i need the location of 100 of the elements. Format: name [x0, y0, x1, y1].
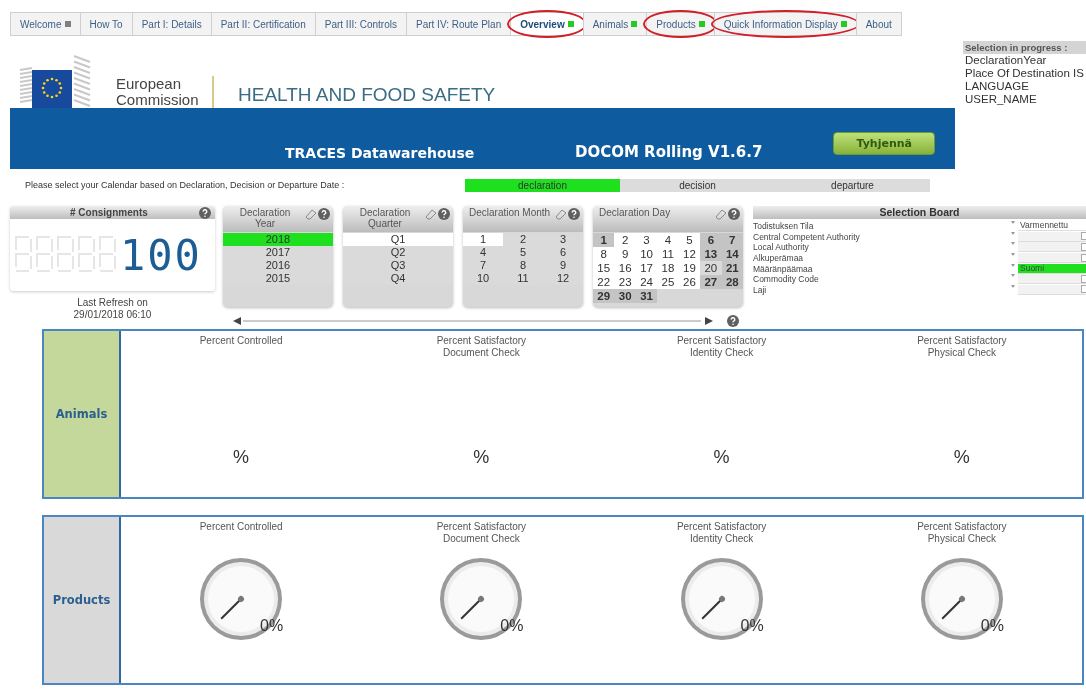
filter-value[interactable]: Q2: [343, 246, 453, 259]
filter-value[interactable]: Q4: [343, 272, 453, 285]
metric-title: Percent Satisfactory Physical Check: [916, 521, 1008, 545]
help-icon[interactable]: [568, 208, 580, 220]
tab[interactable]: Products: [646, 12, 714, 36]
dropdown-icon[interactable]: [1011, 253, 1015, 257]
field-value[interactable]: [1018, 274, 1086, 285]
dropdown-icon[interactable]: [1011, 284, 1015, 288]
filter-value[interactable]: 2017: [223, 246, 333, 259]
field-value[interactable]: [1018, 253, 1086, 264]
filter-value[interactable]: 13: [700, 247, 722, 261]
eraser-icon[interactable]: [555, 208, 567, 220]
filter-value[interactable]: 6: [700, 233, 722, 247]
field-value[interactable]: [1018, 231, 1086, 242]
category-label: Animals: [44, 331, 121, 497]
help-icon[interactable]: [438, 208, 450, 220]
field-label: Todistuksen Tila: [753, 221, 814, 232]
checkbox-icon[interactable]: [1081, 253, 1086, 262]
filter-value[interactable]: 15: [593, 261, 615, 275]
filter-value[interactable]: 26: [678, 275, 701, 289]
filter-value[interactable]: 28: [721, 275, 743, 289]
tab[interactable]: Animals: [582, 12, 647, 36]
calendar-option[interactable]: declaration: [465, 178, 620, 192]
filter-value[interactable]: 11: [657, 247, 679, 261]
field-label: Laji: [753, 284, 767, 295]
filter-value[interactable]: 25: [657, 275, 679, 289]
tab[interactable]: Quick Information Display: [713, 12, 856, 36]
tab[interactable]: Welcome: [10, 12, 80, 36]
refresh-time: 29/01/2018 06:10: [73, 309, 152, 321]
filter-value[interactable]: 7: [721, 233, 743, 247]
help-icon[interactable]: [318, 208, 330, 220]
checkbox-icon[interactable]: [1081, 232, 1086, 241]
field-value[interactable]: Suomi: [1018, 263, 1086, 274]
filter-value[interactable]: 24: [635, 275, 658, 289]
filter-title: Declaration Quarter: [358, 207, 412, 229]
tab[interactable]: Part III: Controls: [314, 12, 406, 36]
filter-value[interactable]: 30: [614, 289, 636, 303]
metric-title: Percent Satisfactory Document Check: [435, 335, 528, 359]
tab[interactable]: How To: [79, 12, 132, 36]
filter-value[interactable]: 8: [593, 247, 615, 261]
tab[interactable]: Overview: [510, 12, 583, 36]
filter-title: Declaration Day: [599, 207, 671, 218]
help-icon[interactable]: [199, 206, 211, 219]
dropdown-icon[interactable]: [1011, 221, 1015, 225]
tab[interactable]: Part IV: Route Plan: [406, 12, 511, 36]
eraser-icon[interactable]: [715, 208, 727, 220]
filter-value[interactable]: 29: [593, 289, 615, 303]
filter-value[interactable]: 2018: [223, 233, 333, 246]
filter-value[interactable]: 5: [678, 233, 701, 247]
filter-value[interactable]: 19: [678, 261, 701, 275]
filter-value[interactable]: 2: [614, 233, 636, 247]
checkbox-icon[interactable]: [1081, 285, 1086, 294]
field-value[interactable]: [1018, 242, 1086, 253]
filter-value[interactable]: 21: [721, 261, 743, 275]
dropdown-icon[interactable]: [1011, 231, 1015, 235]
filter-value[interactable]: 4: [657, 233, 679, 247]
filter-value[interactable]: 1: [463, 233, 503, 246]
filter-value[interactable]: 12: [678, 247, 701, 261]
filter-value[interactable]: 23: [614, 275, 636, 289]
eraser-icon[interactable]: [305, 208, 317, 220]
checkbox-icon[interactable]: [1081, 274, 1086, 283]
dropdown-icon[interactable]: [1011, 263, 1015, 267]
filter-value[interactable]: 31: [635, 289, 658, 303]
tab[interactable]: Part II: Certification: [210, 12, 315, 36]
field-value[interactable]: Varmennettu: [1018, 221, 1086, 232]
filter-value[interactable]: 18: [657, 261, 679, 275]
filter-value[interactable]: 2016: [223, 259, 333, 272]
dropdown-icon[interactable]: [1011, 242, 1015, 246]
filter-value[interactable]: 17: [635, 261, 658, 275]
clear-button[interactable]: Tyhjennä: [833, 132, 935, 155]
consignment-count: 100: [120, 230, 202, 280]
help-icon[interactable]: [728, 208, 740, 220]
filter-value[interactable]: 2015: [223, 272, 333, 285]
metric-title: Percent Satisfactory Document Check: [435, 521, 528, 545]
metric-title: Percent Satisfactory Identity Check: [675, 335, 768, 359]
tab[interactable]: Part I: Details: [131, 12, 211, 36]
tab[interactable]: About: [855, 12, 902, 36]
metric-value: %: [713, 447, 730, 468]
field-label: Central Competent Authority: [753, 231, 860, 242]
metric-title: Percent Controlled: [199, 335, 283, 348]
filter-value[interactable]: 3: [635, 233, 658, 247]
filter-value[interactable]: 14: [721, 247, 743, 261]
metric-value: %: [233, 447, 250, 468]
field-value[interactable]: [1018, 284, 1086, 295]
filter-value[interactable]: Q1: [343, 233, 453, 246]
filter-value[interactable]: 16: [614, 261, 636, 275]
filter-title: Declaration Month: [469, 207, 551, 218]
filter-value[interactable]: 9: [614, 247, 636, 261]
gauge-reading: 0%: [500, 617, 524, 635]
filter-value[interactable]: Q3: [343, 259, 453, 272]
help-icon[interactable]: [727, 315, 739, 327]
eraser-icon[interactable]: [425, 208, 437, 220]
filter-value[interactable]: 27: [700, 275, 722, 289]
filter-value[interactable]: 1: [593, 233, 615, 247]
gauge-reading: 0%: [260, 617, 284, 635]
filter-value[interactable]: 10: [635, 247, 658, 261]
gauge-reading: 0%: [980, 617, 1004, 635]
filter-value[interactable]: 22: [593, 275, 615, 289]
dropdown-icon[interactable]: [1011, 274, 1015, 278]
horizontal-scrollbar[interactable]: [233, 316, 713, 326]
